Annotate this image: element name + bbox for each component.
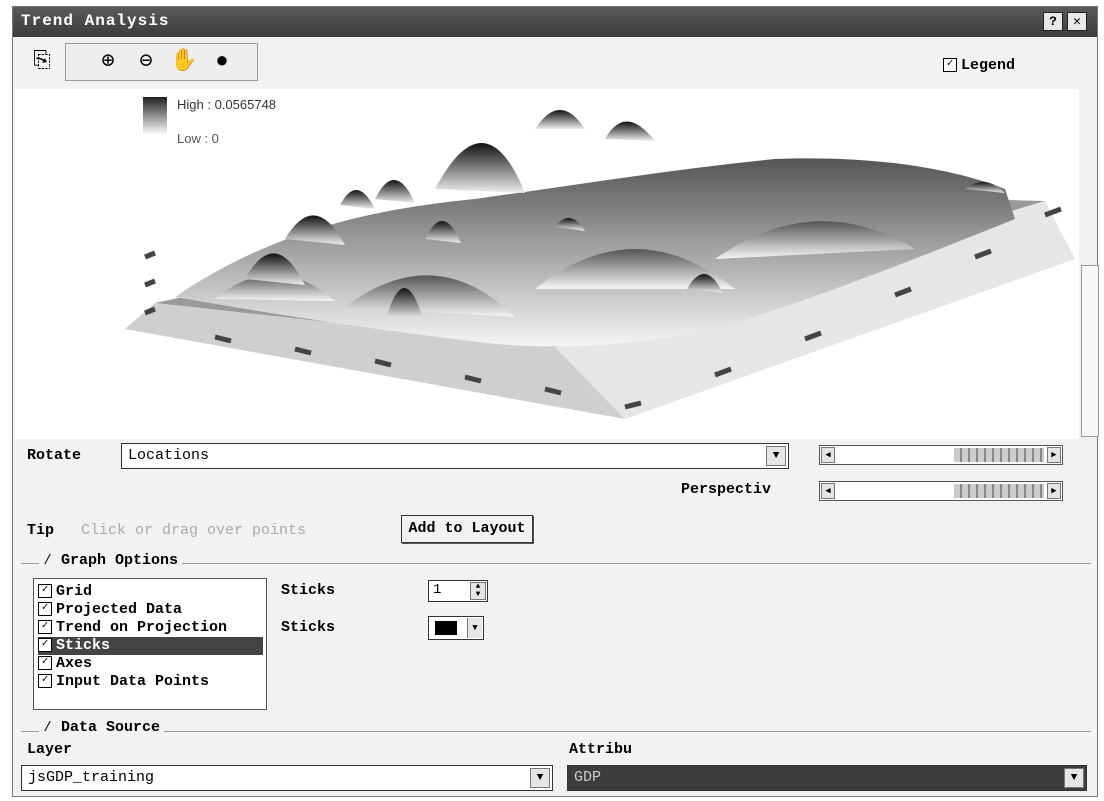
layer-combo[interactable]: jsGDP_training ▼ [21,765,553,791]
surface-peak [535,110,585,129]
copy-to-layout-icon[interactable]: ⎘ [27,47,57,77]
attribute-value: GDP [574,769,602,786]
chevron-down-icon[interactable]: ▼ [530,768,550,788]
color-swatch [435,621,457,635]
legend-check-icon: ✓ [943,58,957,73]
data-source-group [21,731,1091,732]
list-item-selected[interactable]: ✓ Sticks [38,637,263,655]
sticks-size-stepper[interactable]: 1 ▲ ▼ [428,580,488,602]
chevron-down-icon[interactable]: ▼ [1064,768,1084,788]
full-extent-globe-icon[interactable]: ● [207,47,237,77]
slider-right-arrow-icon[interactable]: ▶ [1047,483,1061,499]
layer-label: Layer [27,741,73,758]
list-item[interactable]: ✓ Trend on Projection [38,619,227,637]
checkbox-icon[interactable]: ✓ [38,638,52,653]
tip-label: Tip [27,522,55,539]
zoom-in-icon[interactable]: ⊕ [93,47,123,77]
attribute-label: Attribu [569,741,633,758]
checkbox-icon[interactable]: ✓ [38,656,52,671]
chevron-down-icon[interactable]: ▼ [467,618,482,638]
surface-graphic [125,110,1075,419]
sticks-color-label: Sticks [281,619,336,636]
checkbox-icon[interactable]: ✓ [38,602,52,617]
zoom-out-icon[interactable]: ⊖ [131,47,161,77]
plot-vertical-scrollbar[interactable] [1081,265,1099,437]
list-item[interactable]: ✓ Input Data Points [38,673,209,691]
list-item[interactable]: ✓ Projected Data [38,601,182,619]
help-button[interactable]: ? [1043,12,1063,31]
legend-checkbox[interactable]: ✓ Legend [943,57,1015,74]
sticks-color-picker[interactable]: ▼ [428,616,484,640]
surface-peak [605,121,655,141]
close-button[interactable]: ✕ [1067,12,1087,31]
rotate-value: Locations [128,447,210,464]
slider-right-arrow-icon[interactable]: ▶ [1047,447,1061,463]
checkbox-icon[interactable]: ✓ [38,584,52,599]
perspective-slider-thumb[interactable] [954,484,1044,498]
trend-3d-plot[interactable]: High : 0.0565748 Low : 0 [15,89,1079,439]
spin-arrows-icon[interactable]: ▲ ▼ [470,582,486,600]
toolbar: ⎘ ⊕ ⊖ ✋ ● [19,41,1089,85]
checkbox-icon[interactable]: ✓ [38,674,52,689]
surface-peak [375,179,415,203]
perspective-slider[interactable]: ◀ ▶ [819,481,1063,501]
rotate-label: Rotate [27,447,82,464]
surface-peak [435,142,525,193]
chevron-down-icon[interactable]: ▼ [766,446,786,466]
attribute-combo[interactable]: GDP ▼ [567,765,1087,791]
graph-options-list: ✓ Grid ✓ Projected Data ✓ Trend on Projecti… [33,578,267,710]
slider-left-arrow-icon[interactable]: ◀ [821,447,835,463]
window-title: Trend Analysis [21,12,170,30]
trend-analysis-window: Trend Analysis ? ✕ ⎘ ⊕ ⊖ ✋ ● ✓ Legend Hig… [12,6,1099,797]
list-item[interactable]: ✓ Axes [38,655,92,673]
legend-checkbox-label: Legend [961,57,1016,74]
sticks-size-label: Sticks [281,582,336,599]
perspective-label: Perspectiv [681,481,772,498]
list-item[interactable]: ✓ Grid [38,583,92,601]
add-to-layout-button[interactable]: Add to Layout [401,515,533,543]
rotate-combo[interactable]: Locations ▼ [121,443,789,469]
graph-options-title: ⁄ Graph Options [39,552,183,569]
pan-hand-icon[interactable]: ✋ [169,47,199,77]
rotation-slider[interactable]: ◀ ▶ [819,445,1063,465]
slider-left-arrow-icon[interactable]: ◀ [821,483,835,499]
title-bar[interactable]: Trend Analysis ? ✕ [13,7,1097,37]
rotation-slider-thumb[interactable] [954,448,1044,462]
sticks-size-value: 1 [433,582,442,598]
layer-value: jsGDP_training [28,769,155,786]
checkbox-icon[interactable]: ✓ [38,620,52,635]
surface-peak [340,189,375,209]
tip-text: Click or drag over points [81,522,307,539]
data-source-title: ⁄ Data Source [39,719,165,736]
